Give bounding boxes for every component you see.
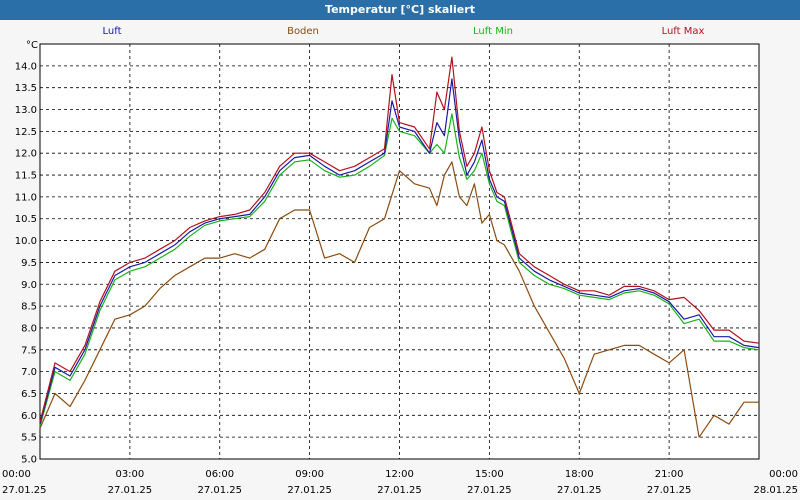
y-tick-label: 6.5 — [21, 389, 37, 400]
legend: Luft Boden Luft Min Luft Max — [103, 26, 705, 37]
x-tick-time: 00:00 — [769, 469, 798, 480]
y-tick-label: 5.5 — [21, 433, 37, 444]
y-tick-label: 8.5 — [21, 302, 37, 313]
y-tick-label: 13.0 — [15, 105, 37, 116]
x-tick-time: 00:00 — [2, 469, 31, 480]
legend-entry-luft-min: Luft Min — [473, 26, 513, 37]
y-tick-label: 7.0 — [21, 367, 37, 378]
y-axis-unit: °C — [26, 40, 38, 51]
x-tick-time: 15:00 — [475, 469, 504, 480]
x-tick-date: 27.01.25 — [377, 485, 422, 496]
y-tick-label: 9.5 — [21, 258, 37, 269]
x-tick-time: 09:00 — [295, 469, 324, 480]
x-tick-date: 28.01.25 — [753, 485, 798, 496]
x-tick-time: 18:00 — [565, 469, 594, 480]
x-tick-date: 27.01.25 — [557, 485, 602, 496]
x-tick-date: 27.01.25 — [2, 485, 47, 496]
x-tick-date: 27.01.25 — [287, 485, 332, 496]
legend-entry-boden: Boden — [287, 26, 319, 37]
app-window: Temperatur [°C] skaliert 5.0 5.5 6.0 6.5 7.0… — [0, 0, 800, 500]
x-tick-date: 27.01.25 — [467, 485, 512, 496]
y-tick-label: 12.0 — [15, 149, 37, 160]
y-tick-label: 8.0 — [21, 323, 37, 334]
x-tick-time: 12:00 — [385, 469, 414, 480]
y-tick-label: 6.0 — [21, 411, 37, 422]
y-tick-label: 14.0 — [15, 61, 37, 72]
x-tick-date: 27.01.25 — [647, 485, 692, 496]
x-tick-time: 03:00 — [115, 469, 144, 480]
x-tick-date: 27.01.25 — [108, 485, 153, 496]
y-tick-label: 5.0 — [21, 455, 37, 466]
y-tick-label: 11.5 — [15, 171, 37, 182]
legend-entry-luft: Luft — [103, 26, 122, 37]
legend-entry-luft-max: Luft Max — [662, 26, 705, 37]
x-tick-time: 21:00 — [655, 469, 684, 480]
x-tick-time: 06:00 — [205, 469, 234, 480]
y-tick-label: 10.5 — [15, 214, 37, 225]
x-tick-date: 27.01.25 — [197, 485, 242, 496]
chart-title: Temperatur [°C] skaliert — [0, 0, 800, 20]
y-tick-label: 9.0 — [21, 280, 37, 291]
y-tick-label: 12.5 — [15, 127, 37, 138]
y-tick-label: 13.5 — [15, 83, 37, 94]
y-tick-label: 10.0 — [15, 236, 37, 247]
y-tick-label: 7.5 — [21, 345, 37, 356]
temperature-chart: 5.0 5.5 6.0 6.5 7.0 7.5 8.0 8.5 9.0 9.5 10.0 10.5 11… — [2, 26, 798, 496]
y-tick-label: 11.0 — [15, 192, 37, 203]
